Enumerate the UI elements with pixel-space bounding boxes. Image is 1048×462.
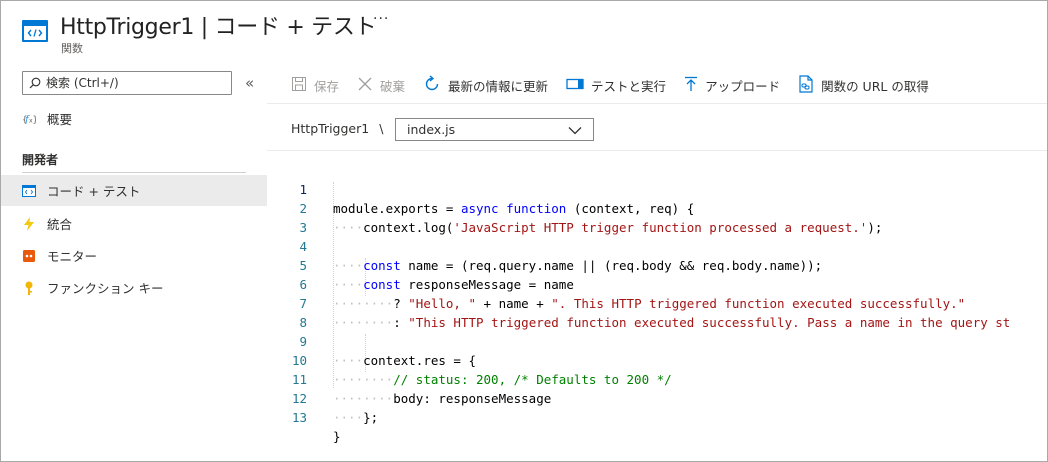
breadcrumb-separator: \ (379, 121, 384, 136)
save-icon (291, 76, 314, 95)
test-run-button[interactable]: テストと実行 (566, 76, 666, 95)
sidebar-item-label: コード + テスト (47, 184, 141, 199)
sidebar-item-label: ファンクション キー (47, 281, 164, 296)
code-line: 5 ····const responseMessage = name (267, 237, 1047, 292)
function-code-icon (22, 20, 48, 42)
code-icon (22, 184, 36, 198)
code-text: } (333, 429, 341, 444)
lightning-icon (22, 216, 36, 231)
save-button[interactable]: 保存 (291, 76, 339, 95)
upload-icon (684, 76, 705, 95)
collapse-sidebar-button[interactable]: « (245, 74, 254, 92)
section-divider (22, 172, 246, 173)
toolbar-divider (267, 103, 1047, 104)
code-line: 6 ········? "Hello, " + name + ". This H… (267, 256, 1047, 311)
file-select-value: index.js (407, 122, 456, 137)
code-line: 4 ····const name = (req.query.name || (r… (267, 218, 1047, 273)
svg-text:}: } (33, 115, 37, 125)
code-line: 7 ········: "This HTTP triggered functio… (267, 275, 1047, 330)
sidebar-item-label: 概要 (47, 112, 73, 127)
discard-button[interactable]: 破棄 (357, 76, 405, 95)
sidebar-item-code-test[interactable]: コード + テスト (1, 175, 267, 206)
sidebar-item-function-keys[interactable]: ファンクション キー (1, 272, 267, 303)
breadcrumb: HttpTrigger1 \ (291, 121, 383, 136)
monitor-icon (22, 249, 36, 263)
page-title: HttpTrigger1 | コード + テスト (60, 15, 377, 40)
search-icon (29, 74, 41, 93)
refresh-label: 最新の情報に更新 (448, 78, 549, 94)
page-subtitle: 関数 (61, 42, 83, 55)
sidebar-item-label: 統合 (47, 217, 73, 232)
code-line: 1 module.exports = async function (conte… (267, 161, 1047, 216)
app-frame: HttpTrigger1 | コード + テスト ··· 関数 « {fx} 概… (0, 0, 1048, 462)
code-text: ····}; (333, 410, 379, 425)
code-line: 2 ····context.log('JavaScript HTTP trigg… (267, 180, 1047, 235)
sidebar-item-monitor[interactable]: モニター (1, 240, 267, 271)
sidebar-item-overview[interactable]: {fx} 概要 (1, 103, 267, 134)
code-line: 12 ····}; (267, 370, 1047, 425)
breadcrumb-function: HttpTrigger1 (291, 121, 370, 136)
function-icon: {fx} (22, 112, 36, 126)
code-line: 11 ········body: responseMessage (267, 351, 1047, 406)
upload-label: アップロード (705, 78, 781, 94)
test-panel-icon (566, 78, 591, 93)
sidebar-item-integration[interactable]: 統合 (1, 208, 267, 239)
upload-button[interactable]: アップロード (684, 76, 780, 95)
search-input[interactable] (46, 76, 226, 90)
code-line: 13 } (267, 389, 1047, 444)
more-actions-button[interactable]: ··· (373, 11, 389, 27)
save-label: 保存 (314, 78, 340, 94)
get-function-url-button[interactable]: 関数の URL の取得 (798, 74, 929, 96)
sidebar-item-label: モニター (47, 249, 98, 264)
command-bar: 保存 破棄 最新の情報に更新 テストと実行 アップロード 関数の URL の取得 (291, 74, 947, 96)
code-line: 10 ········// status: 200, /* Defaults t… (267, 332, 1047, 387)
code-line: 3 (267, 199, 1047, 235)
link-document-icon (798, 74, 821, 96)
code-line: 9 ····context.res = { (267, 313, 1047, 368)
file-select[interactable]: index.js (395, 118, 594, 141)
test-run-label: テストと実行 (591, 78, 667, 94)
refresh-icon (423, 74, 448, 96)
code-line: 8 (267, 294, 1047, 330)
key-icon (22, 281, 36, 295)
get-url-label: 関数の URL の取得 (821, 78, 929, 94)
refresh-button[interactable]: 最新の情報に更新 (423, 74, 549, 96)
search-box[interactable] (22, 71, 232, 95)
code-editor[interactable]: 1 module.exports = async function (conte… (267, 161, 1047, 444)
editor-divider (267, 150, 1047, 151)
discard-label: 破棄 (380, 78, 406, 94)
close-icon (357, 76, 380, 95)
line-number: 13 (291, 410, 307, 425)
section-heading-developer: 開発者 (22, 153, 59, 167)
